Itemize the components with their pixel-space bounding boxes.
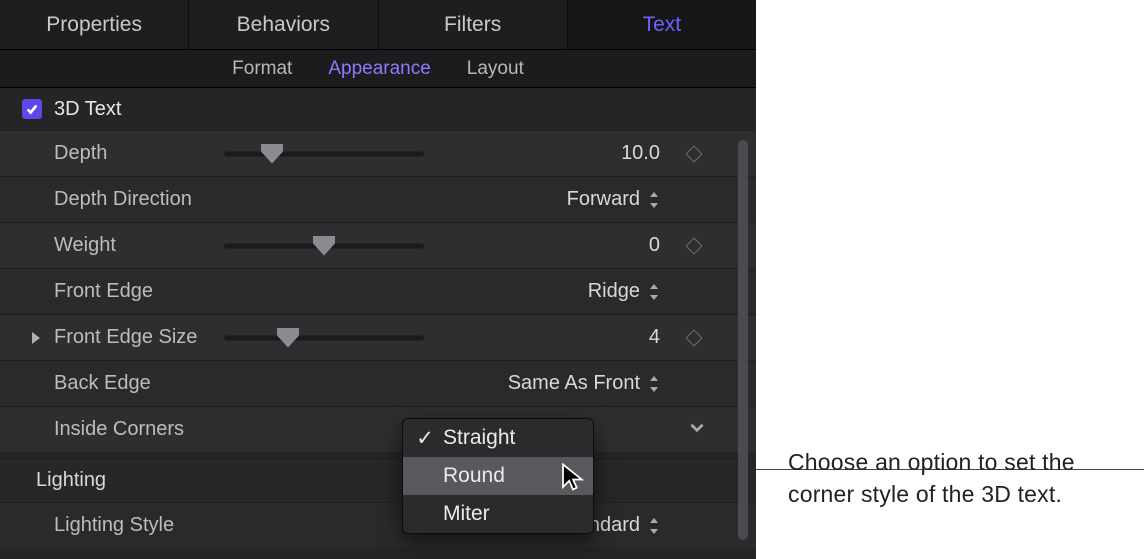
tab-text[interactable]: Text <box>568 0 756 49</box>
slider-depth[interactable] <box>224 140 424 168</box>
row-lighting-style: Lighting Style Standard <box>0 502 756 548</box>
row-front-edge: Front Edge Ridge <box>0 268 756 314</box>
value-depth[interactable]: 10.0 <box>621 142 660 165</box>
subtab-appearance[interactable]: Appearance <box>328 58 430 80</box>
checkmark-icon: ✓ <box>417 426 433 451</box>
popup-arrows-icon <box>648 192 660 208</box>
label-front-edge: Front Edge <box>54 280 224 303</box>
keyframe-depth-icon[interactable] <box>686 145 703 162</box>
group-title: 3D Text <box>54 98 121 121</box>
row-weight: Weight 0 <box>0 222 756 268</box>
row-back-edge: Back Edge Same As Front <box>0 360 756 406</box>
menu-item-round[interactable]: Round <box>403 457 593 495</box>
inspector-panel: Properties Behaviors Filters Text Format… <box>0 0 756 559</box>
value-front-edge-size[interactable]: 4 <box>649 326 660 349</box>
tab-properties[interactable]: Properties <box>0 0 189 49</box>
popup-front-edge[interactable]: Ridge <box>424 280 660 303</box>
label-back-edge: Back Edge <box>54 372 224 395</box>
popup-depth-direction[interactable]: Forward <box>424 188 660 211</box>
chevron-down-icon[interactable] <box>688 418 706 442</box>
checkbox-3d-text[interactable] <box>22 99 42 119</box>
popup-arrows-icon <box>648 376 660 392</box>
disclosure-triangle-icon[interactable] <box>32 332 40 344</box>
slider-weight[interactable] <box>224 232 424 260</box>
inside-corners-menu[interactable]: ✓ Straight Round Miter <box>402 418 594 534</box>
group-3d-text[interactable]: 3D Text <box>0 88 756 130</box>
sub-tab-bar: Format Appearance Layout <box>0 50 756 88</box>
row-front-edge-size: Front Edge Size 4 <box>0 314 756 360</box>
subtab-format[interactable]: Format <box>232 58 292 80</box>
callout-text: Choose an option to set the corner style… <box>788 446 1128 510</box>
section-lighting[interactable]: Lighting <box>0 458 756 502</box>
label-weight: Weight <box>54 234 224 257</box>
menu-item-straight[interactable]: ✓ Straight <box>403 419 593 457</box>
slider-front-edge-size[interactable] <box>224 324 424 352</box>
parameter-list: 3D Text Depth 10.0 Depth Direction Forwa… <box>0 88 756 559</box>
label-depth: Depth <box>54 142 224 165</box>
value-weight[interactable]: 0 <box>649 234 660 257</box>
label-inside-corners: Inside Corners <box>54 418 224 441</box>
label-lighting-style: Lighting Style <box>54 514 224 537</box>
popup-arrows-icon <box>648 518 660 534</box>
row-depth-direction: Depth Direction Forward <box>0 176 756 222</box>
tab-filters[interactable]: Filters <box>379 0 568 49</box>
subtab-layout[interactable]: Layout <box>467 58 524 80</box>
menu-item-miter[interactable]: Miter <box>403 495 593 533</box>
row-inside-corners: Inside Corners <box>0 406 756 452</box>
tab-behaviors[interactable]: Behaviors <box>189 0 378 49</box>
label-front-edge-size: Front Edge Size <box>54 326 224 349</box>
scrollbar[interactable] <box>738 140 748 540</box>
row-depth: Depth 10.0 <box>0 130 756 176</box>
keyframe-front-edge-size-icon[interactable] <box>686 329 703 346</box>
popup-arrows-icon <box>648 284 660 300</box>
main-tab-bar: Properties Behaviors Filters Text <box>0 0 756 50</box>
popup-back-edge[interactable]: Same As Front <box>424 372 660 395</box>
keyframe-weight-icon[interactable] <box>686 237 703 254</box>
label-depth-direction: Depth Direction <box>54 188 224 211</box>
